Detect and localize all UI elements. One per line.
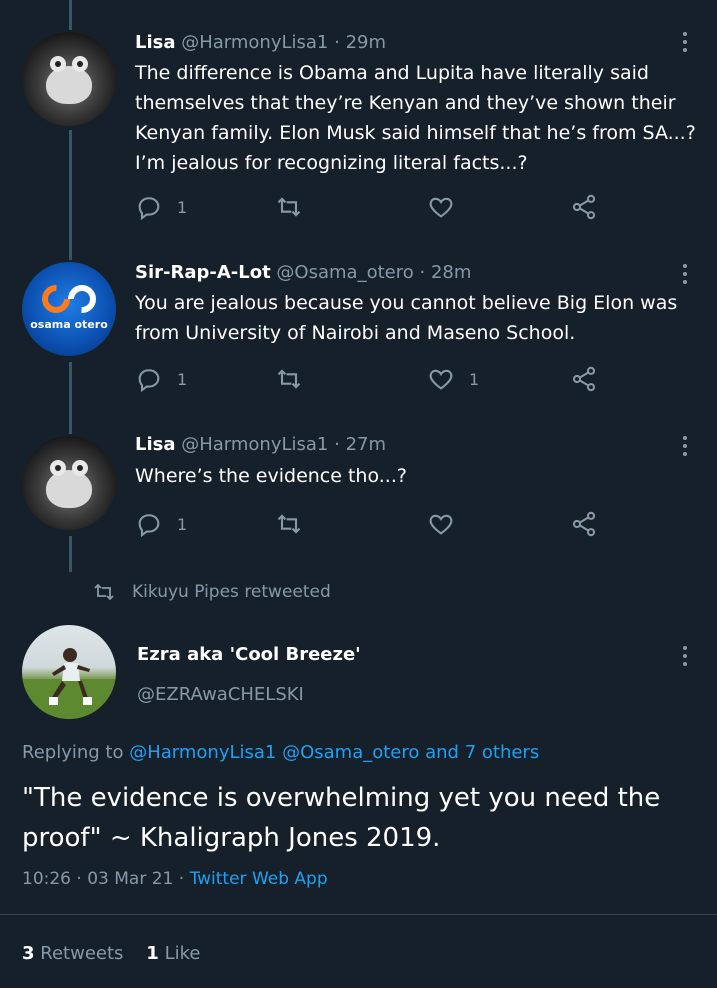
reply-count: 1 — [177, 514, 188, 534]
retweets-stat[interactable]: 3 Retweets — [22, 943, 123, 964]
share-icon — [572, 366, 596, 392]
tweet[interactable]: Lisa @HarmonyLisa1 · 27m Where’s the evi… — [0, 420, 717, 570]
tweet-time: 28m — [430, 262, 472, 283]
share-icon — [572, 511, 596, 537]
separator-dot: · — [419, 262, 426, 283]
display-name[interactable]: Lisa — [135, 434, 176, 455]
display-name[interactable]: Ezra aka 'Cool Breeze' — [137, 644, 361, 665]
display-name[interactable]: Lisa — [135, 32, 176, 53]
tweet-header: Lisa @HarmonyLisa1 · 29m — [135, 32, 386, 53]
like-button[interactable]: 1 — [427, 364, 479, 394]
retweets-count: 3 — [22, 943, 35, 964]
tweet-text: The difference is Obama and Lupita have … — [135, 62, 696, 174]
avatar[interactable] — [22, 436, 116, 530]
share-button[interactable] — [570, 509, 598, 539]
avatar[interactable] — [22, 32, 116, 126]
tweet-text: You are jealous because you cannot belie… — [135, 292, 678, 344]
tweet-stats: 3 Retweets 1 Like — [22, 943, 200, 964]
heart-icon — [429, 514, 453, 535]
reply-icon — [138, 197, 160, 221]
retweet-button[interactable] — [275, 509, 303, 539]
separator-dot: · — [334, 434, 340, 455]
retweet-icon — [94, 583, 114, 601]
replying-label: Replying to — [22, 742, 124, 763]
likes-stat[interactable]: 1 Like — [146, 943, 200, 964]
user-handle[interactable]: @Osama_otero — [276, 262, 413, 283]
retweet-button[interactable] — [275, 192, 303, 222]
reply-count: 1 — [177, 369, 188, 389]
like-count: 1 — [469, 369, 480, 389]
likes-label: Like — [164, 943, 201, 964]
heart-icon — [429, 197, 453, 218]
tweet-header: Lisa @HarmonyLisa1 · 27m — [135, 434, 386, 455]
user-handle[interactable]: @HarmonyLisa1 — [181, 32, 328, 53]
share-button[interactable] — [570, 364, 598, 394]
reply-icon — [138, 514, 160, 538]
more-options-icon[interactable] — [678, 264, 692, 288]
tweet-header: Sir-Rap-A-Lot @Osama_otero · 28m — [135, 262, 471, 283]
reply-button[interactable]: 1 — [135, 192, 187, 222]
like-button[interactable] — [427, 509, 469, 539]
heart-icon — [429, 369, 453, 390]
tweet[interactable]: osama otero Sir-Rap-A-Lot @Osama_otero ·… — [0, 250, 717, 420]
avatar[interactable] — [22, 625, 116, 719]
divider — [0, 914, 717, 915]
tweet-meta: 10:26 · 03 Mar 21 · Twitter Web App — [22, 869, 328, 889]
retweet-icon — [277, 514, 301, 534]
separator-dot: · — [334, 32, 340, 53]
osama-logo-icon — [42, 285, 96, 313]
replying-users-link[interactable]: @HarmonyLisa1 @Osama_otero and 7 others — [129, 742, 539, 763]
reply-button[interactable]: 1 — [135, 509, 187, 539]
user-handle[interactable]: @EZRAwaCHELSKI — [137, 684, 304, 705]
tweet-time: 27m — [345, 434, 387, 455]
player-photo — [22, 648, 116, 719]
share-icon — [572, 194, 596, 220]
more-options-icon[interactable] — [678, 32, 692, 56]
tweet-source-link[interactable]: Twitter Web App — [190, 869, 328, 889]
tweet[interactable]: Lisa @HarmonyLisa1 · 29m The difference … — [0, 0, 717, 250]
likes-count: 1 — [146, 943, 159, 964]
avatar[interactable]: osama otero — [22, 262, 116, 356]
retweet-notice-text: Kikuyu Pipes retweeted — [132, 582, 331, 602]
like-button[interactable] — [427, 192, 469, 222]
retweet-icon — [277, 197, 301, 217]
retweet-button[interactable] — [275, 364, 303, 394]
tweet-text: "The evidence is overwhelming yet you ne… — [22, 783, 661, 853]
tweet-text: Where’s the evidence tho...? — [135, 465, 407, 487]
tweet-actions: 1 — [135, 192, 615, 222]
replying-to: Replying to @HarmonyLisa1 @Osama_otero a… — [22, 742, 539, 763]
retweet-icon — [277, 369, 301, 389]
tweet-timestamp: 10:26 · 03 Mar 21 · — [22, 869, 185, 889]
display-name[interactable]: Sir-Rap-A-Lot — [135, 262, 271, 283]
share-button[interactable] — [570, 192, 598, 222]
tweet-actions: 1 — [135, 509, 615, 539]
retweets-label: Retweets — [40, 943, 124, 964]
more-options-icon[interactable] — [678, 646, 692, 670]
more-options-icon[interactable] — [678, 436, 692, 460]
tweet-actions: 1 1 — [135, 364, 615, 394]
tweet-time: 29m — [345, 32, 387, 53]
user-handle[interactable]: @HarmonyLisa1 — [181, 434, 328, 455]
avatar-text: osama otero — [30, 318, 108, 331]
reply-button[interactable]: 1 — [135, 364, 187, 394]
reply-count: 1 — [177, 197, 188, 217]
reply-icon — [138, 369, 160, 393]
retweet-notice[interactable]: Kikuyu Pipes retweeted — [92, 580, 331, 604]
